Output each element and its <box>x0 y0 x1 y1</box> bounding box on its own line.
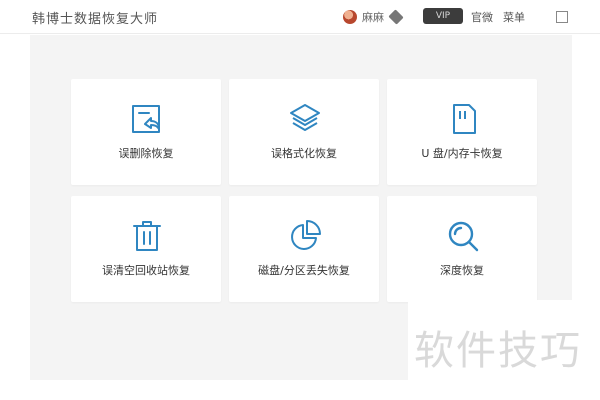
card-deep-recover[interactable]: 深度恢复 <box>387 196 537 302</box>
menu-button[interactable]: 菜单 <box>503 9 525 25</box>
card-usb-sd-recover[interactable]: U 盘/内存卡恢复 <box>387 79 537 185</box>
card-recycle-bin-recover[interactable]: 误清空回收站恢复 <box>71 196 221 302</box>
layers-icon <box>287 101 323 137</box>
vip-button[interactable]: VIP <box>423 8 463 24</box>
official-button[interactable]: 官微 <box>471 9 493 25</box>
card-format-recover[interactable]: 误格式化恢复 <box>229 79 379 185</box>
pie-chart-icon <box>287 218 323 254</box>
username[interactable]: 麻麻 <box>362 9 384 25</box>
maximize-button[interactable] <box>556 11 568 23</box>
avatar[interactable] <box>343 10 357 24</box>
trash-icon <box>129 218 165 254</box>
card-label: U 盘/内存卡恢复 <box>421 147 503 160</box>
card-partition-recover[interactable]: 磁盘/分区丢失恢复 <box>229 196 379 302</box>
card-label: 磁盘/分区丢失恢复 <box>258 264 350 277</box>
search-icon <box>445 218 481 254</box>
title-bar: 韩博士数据恢复大师 麻麻 VIP 官微 菜单 <box>0 0 600 34</box>
sd-card-icon <box>445 101 481 137</box>
delete-recover-icon <box>129 101 165 137</box>
app-title: 韩博士数据恢复大师 <box>32 12 159 27</box>
card-undelete[interactable]: 误删除恢复 <box>71 79 221 185</box>
vip-badge-icon <box>388 9 404 25</box>
card-label: 误删除恢复 <box>118 147 174 160</box>
watermark: 软件技巧 <box>414 328 582 374</box>
card-label: 误清空回收站恢复 <box>102 264 190 277</box>
card-label: 深度恢复 <box>440 264 484 277</box>
card-label: 误格式化恢复 <box>271 147 337 160</box>
user-area[interactable]: 麻麻 <box>343 9 404 25</box>
